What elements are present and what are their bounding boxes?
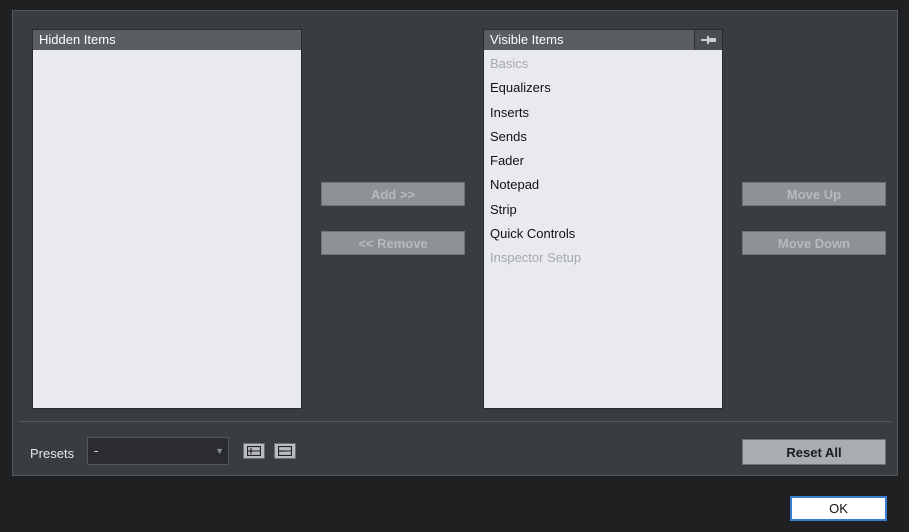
list-item[interactable]: Sends bbox=[484, 125, 722, 149]
save-preset-button[interactable] bbox=[243, 443, 265, 459]
pin-button[interactable] bbox=[694, 30, 722, 50]
add-button[interactable]: Add >> bbox=[321, 182, 465, 206]
delete-preset-button[interactable] bbox=[274, 443, 296, 459]
presets-label: Presets bbox=[30, 446, 75, 461]
visible-items-header: Visible Items bbox=[484, 30, 722, 50]
list-item[interactable]: Fader bbox=[484, 149, 722, 173]
dialog-panel: Hidden Items Add >> << Remove Visible It… bbox=[12, 10, 898, 476]
separator bbox=[19, 421, 891, 422]
hidden-items-list[interactable]: Hidden Items bbox=[32, 29, 302, 409]
list-item[interactable]: Basics bbox=[484, 52, 722, 76]
hidden-items-header: Hidden Items bbox=[33, 30, 301, 50]
visible-items-list[interactable]: Visible Items Basics Equalizers Inserts Sen… bbox=[483, 29, 723, 409]
chevron-down-icon: ▼ bbox=[215, 446, 224, 456]
ok-button[interactable]: OK bbox=[790, 496, 887, 521]
list-item[interactable]: Quick Controls bbox=[484, 222, 722, 246]
move-up-button[interactable]: Move Up bbox=[742, 182, 886, 206]
list-item[interactable]: Inserts bbox=[484, 101, 722, 125]
move-down-button[interactable]: Move Down bbox=[742, 231, 886, 255]
presets-dropdown[interactable]: - ▼ bbox=[87, 437, 229, 465]
list-item[interactable]: Notepad bbox=[484, 173, 722, 197]
list-item[interactable]: Inspector Setup bbox=[484, 246, 722, 270]
visible-items-container: Basics Equalizers Inserts Sends Fader Notepad… bbox=[484, 50, 722, 408]
list-item[interactable]: Strip bbox=[484, 198, 722, 222]
presets-value: - bbox=[94, 443, 99, 458]
setup-dialog-window: Hidden Items Add >> << Remove Visible It… bbox=[0, 0, 909, 532]
hidden-items-container bbox=[33, 50, 301, 408]
list-item[interactable]: Equalizers bbox=[484, 76, 722, 100]
remove-button[interactable]: << Remove bbox=[321, 231, 465, 255]
reset-all-button[interactable]: Reset All bbox=[742, 439, 886, 465]
